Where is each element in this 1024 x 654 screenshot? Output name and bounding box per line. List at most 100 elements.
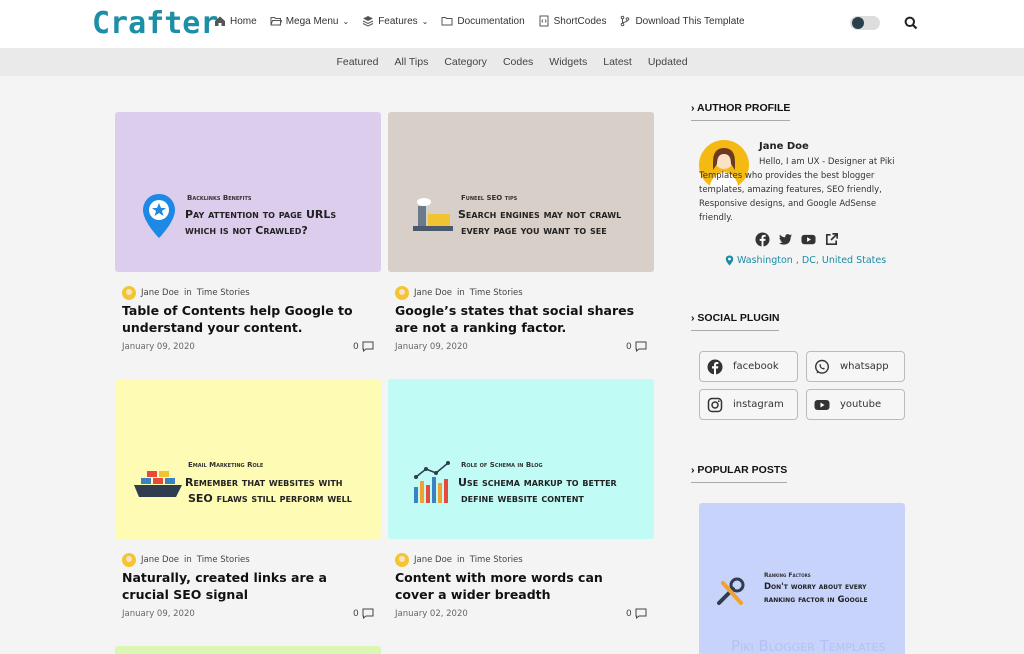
post-card[interactable]: Backlinks Benefits Pay attention to page…: [115, 112, 381, 352]
whatsapp-icon: [814, 359, 830, 374]
avatar: [395, 286, 409, 300]
post-thumbnail[interactable]: Funeel SEO tips Search engines may not c…: [388, 112, 654, 272]
category-link[interactable]: Time Stories: [197, 555, 250, 565]
comment-count-value: 0: [353, 341, 359, 352]
comment-count[interactable]: 0: [626, 341, 647, 352]
youtube-icon[interactable]: [801, 232, 816, 247]
avatar: [395, 553, 409, 567]
post-date: January 09, 2020: [395, 342, 468, 352]
post-title[interactable]: Content with more words can cover a wide…: [395, 569, 645, 603]
nav-item-download[interactable]: Download This Template: [619, 15, 745, 27]
nav-label: Home: [230, 15, 257, 27]
comment-count[interactable]: 0: [353, 341, 374, 352]
layers-icon: [362, 16, 374, 27]
post-thumbnail[interactable]: Role of Schema in Blog Use schema markup…: [388, 379, 654, 539]
nav-item-shortcodes[interactable]: ShortCodes: [538, 15, 607, 27]
thumb-headline: which is not Crawled?: [185, 224, 308, 237]
whatsapp-button[interactable]: whatsapp: [806, 351, 905, 382]
comment-count[interactable]: 0: [626, 608, 647, 619]
meta-in: in: [457, 555, 465, 565]
main-nav: Home Mega Menu ⌄ Features ⌄ Documentatio…: [214, 15, 745, 27]
button-label: whatsapp: [840, 361, 889, 372]
subnav-item[interactable]: Featured: [328, 48, 386, 76]
facebook-icon: [707, 359, 723, 375]
factory-icon: [413, 198, 453, 231]
thumb-headline: Don't worry about every: [764, 582, 867, 592]
author-name[interactable]: Jane Doe: [414, 288, 452, 298]
subnav-item[interactable]: Widgets: [541, 48, 595, 76]
author-social-links: [755, 232, 839, 247]
location-pin-icon: [143, 194, 175, 238]
popular-post-thumbnail[interactable]: Ranking Factors Don't worry about every …: [699, 503, 905, 654]
post-meta: Jane Doe in Time Stories: [395, 286, 523, 300]
facebook-icon[interactable]: [755, 232, 770, 247]
post-title[interactable]: Naturally, created links are a crucial S…: [122, 569, 372, 603]
meta-in: in: [184, 555, 192, 565]
author-name: Jane Doe: [759, 141, 809, 152]
thumb-headline: Search engines may not crawl: [458, 208, 622, 221]
comment-count-value: 0: [353, 608, 359, 619]
nav-item-features[interactable]: Features ⌄: [362, 15, 428, 27]
nav-item-mega-menu[interactable]: Mega Menu ⌄: [270, 15, 350, 27]
post-title[interactable]: Table of Contents help Google to underst…: [122, 302, 372, 336]
thumb-headline: Remember that websites with: [185, 476, 343, 489]
button-label: youtube: [840, 399, 882, 410]
author-name[interactable]: Jane Doe: [414, 555, 452, 565]
thumb-headline: ranking factor in Google: [764, 595, 868, 605]
thumb-tag: Ranking Factors: [764, 572, 811, 579]
chevron-down-icon: ⌄: [342, 16, 350, 26]
thumb-tag: Email Marketing Role: [188, 461, 264, 469]
facebook-button[interactable]: facebook: [699, 351, 798, 382]
thumb-headline: every page you want to see: [461, 224, 607, 237]
comment-icon: [635, 608, 647, 619]
toggle-knob: [852, 17, 864, 29]
category-link[interactable]: Time Stories: [470, 288, 523, 298]
subnav-item[interactable]: Latest: [595, 48, 640, 76]
nav-label: Documentation: [457, 15, 525, 27]
post-card[interactable]: Email Marketing Role Remember that websi…: [115, 379, 381, 619]
category-link[interactable]: Time Stories: [470, 555, 523, 565]
author-name[interactable]: Jane Doe: [141, 288, 179, 298]
meta-in: in: [184, 288, 192, 298]
thumb-headline: SEO flaws still perform well: [188, 492, 352, 505]
nav-label: Mega Menu: [285, 15, 339, 27]
button-label: instagram: [733, 399, 784, 410]
instagram-icon: [707, 397, 723, 412]
twitter-icon[interactable]: [778, 232, 793, 247]
post-thumbnail-partial[interactable]: [115, 646, 381, 654]
nav-item-documentation[interactable]: Documentation: [441, 15, 525, 27]
category-nav: Featured All Tips Category Codes Widgets…: [0, 48, 1024, 76]
nav-item-home[interactable]: Home: [214, 15, 257, 27]
post-card[interactable]: Funeel SEO tips Search engines may not c…: [388, 112, 654, 352]
youtube-button[interactable]: youtube: [806, 389, 905, 420]
search-icon[interactable]: [904, 16, 918, 30]
post-card[interactable]: Role of Schema in Blog Use schema markup…: [388, 379, 654, 619]
comment-count[interactable]: 0: [353, 608, 374, 619]
comment-count-value: 0: [626, 608, 632, 619]
subnav-item[interactable]: Category: [436, 48, 495, 76]
subnav-item[interactable]: Updated: [640, 48, 696, 76]
popular-posts-heading: POPULAR POSTS: [691, 464, 788, 483]
button-label: facebook: [733, 361, 779, 372]
avatar: [122, 553, 136, 567]
external-link-icon[interactable]: [824, 232, 839, 247]
nav-label: Download This Template: [635, 15, 745, 27]
location-text: Washington , DC, United States: [737, 255, 887, 266]
category-link[interactable]: Time Stories: [197, 288, 250, 298]
chevron-down-icon: ⌄: [421, 16, 429, 26]
author-name[interactable]: Jane Doe: [141, 555, 179, 565]
dark-mode-toggle[interactable]: [850, 16, 880, 30]
bar-chart-icon: [414, 461, 450, 503]
folder-open-icon: [270, 17, 282, 26]
subnav-item[interactable]: All Tips: [386, 48, 436, 76]
site-logo[interactable]: Crafter: [92, 6, 218, 41]
subnav-item[interactable]: Codes: [495, 48, 541, 76]
post-thumbnail[interactable]: Backlinks Benefits Pay attention to page…: [115, 112, 381, 272]
social-plugin-heading: SOCIAL PLUGIN: [691, 312, 780, 331]
post-thumbnail[interactable]: Email Marketing Role Remember that websi…: [115, 379, 381, 539]
post-meta: Jane Doe in Time Stories: [395, 553, 523, 567]
post-title[interactable]: Google’s states that social shares are n…: [395, 302, 645, 336]
instagram-button[interactable]: instagram: [699, 389, 798, 420]
nav-label: Features: [378, 15, 418, 27]
nav-label: ShortCodes: [553, 15, 607, 27]
